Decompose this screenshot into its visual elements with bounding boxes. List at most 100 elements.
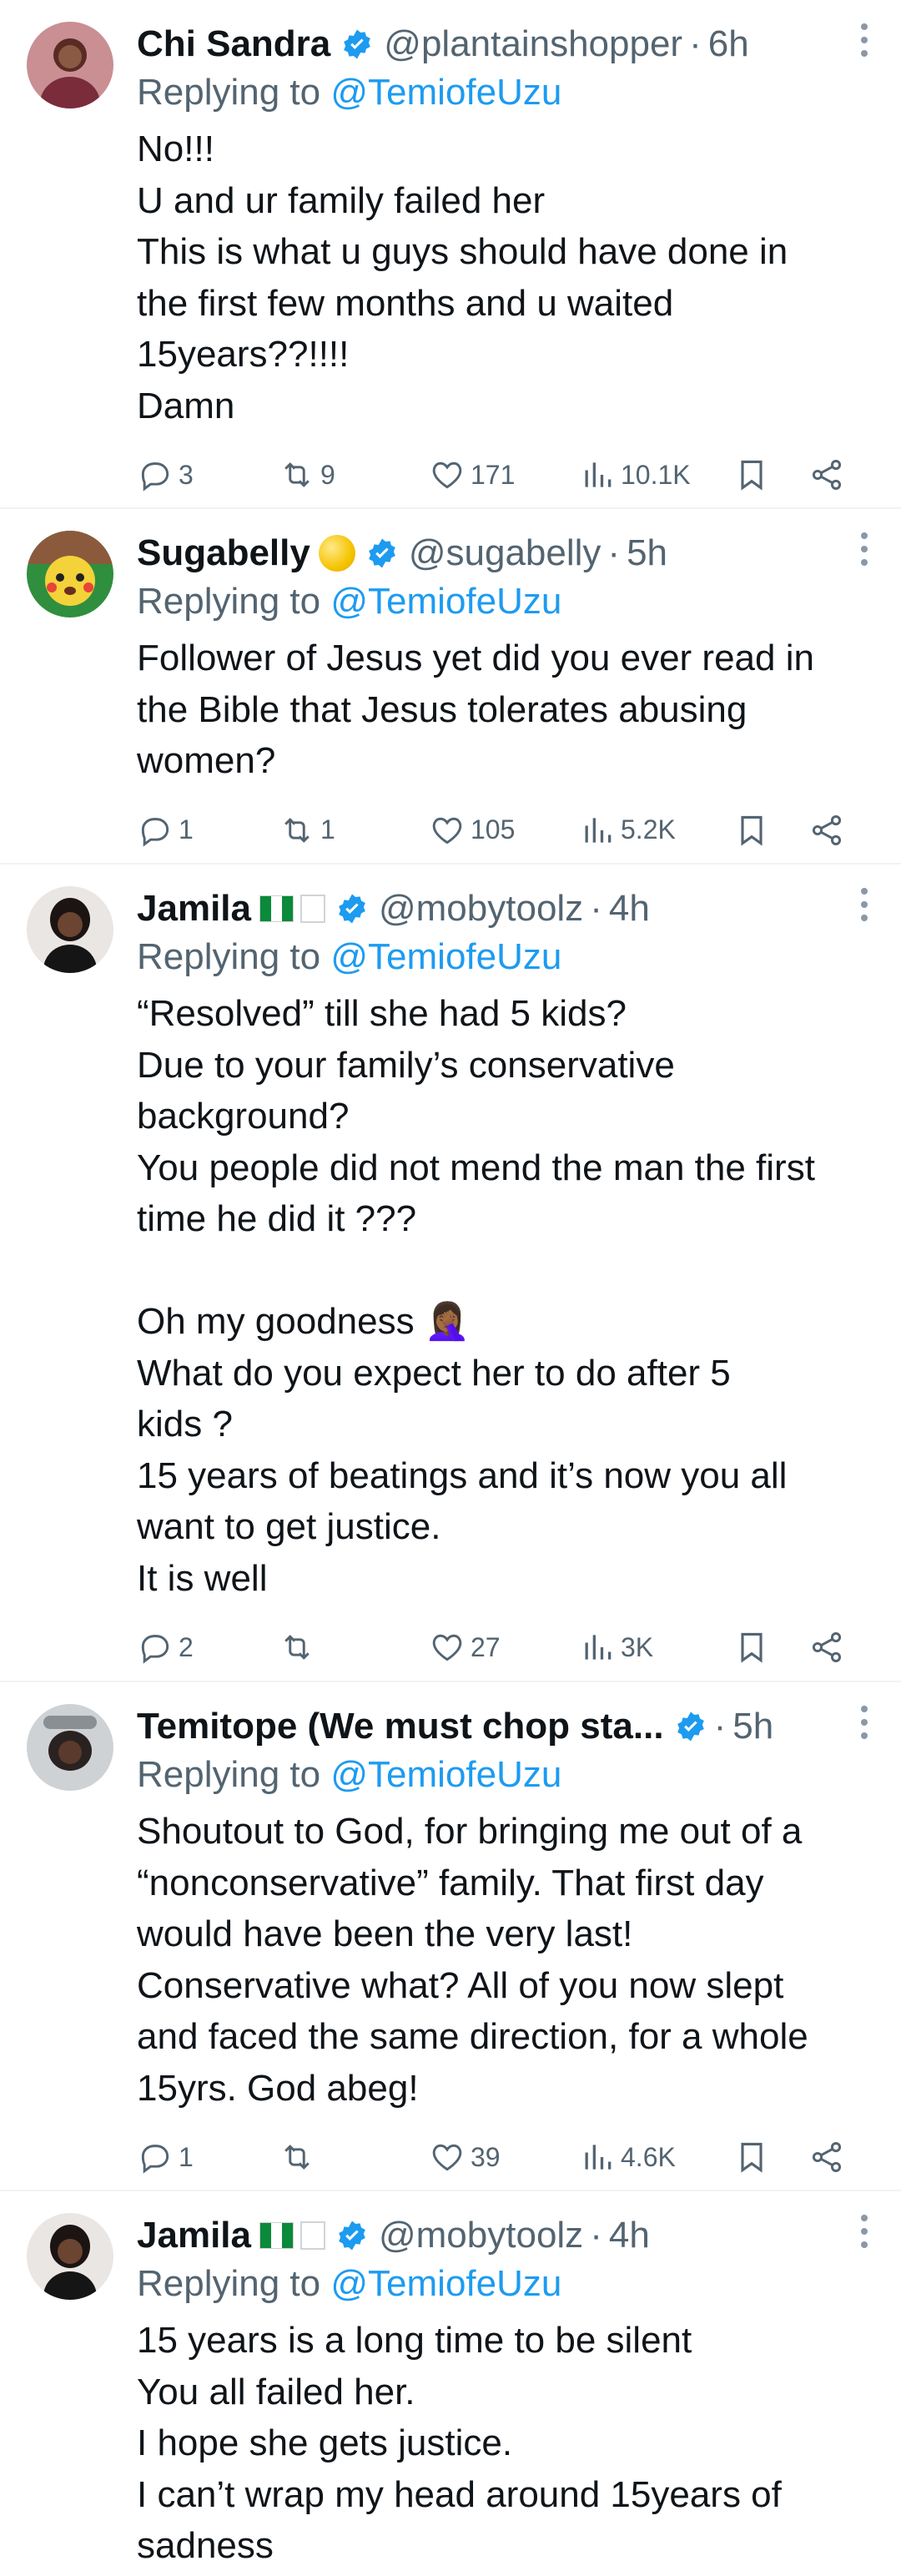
tweet-text: Follower of Jesus yet did you ever read … — [137, 633, 871, 787]
reply-count: 3 — [179, 459, 194, 490]
bookmark-button[interactable] — [733, 456, 808, 493]
text-line: No!!! — [137, 129, 214, 169]
reply-button[interactable]: 1 — [137, 812, 279, 849]
avatar[interactable] — [27, 1704, 113, 1791]
text-line: “Resolved” till she had 5 kids? — [137, 993, 627, 1034]
timestamp[interactable]: 5h — [627, 529, 667, 577]
more-options-icon[interactable] — [861, 532, 871, 566]
timestamp[interactable]: 5h — [732, 1702, 773, 1751]
retweet-icon — [284, 462, 310, 487]
like-icon — [432, 461, 462, 489]
text-line: time he did it ??? — [137, 1198, 417, 1239]
retweet-count: 9 — [320, 459, 335, 490]
views-button[interactable]: 5.2K — [579, 812, 733, 849]
verified-badge-icon — [344, 29, 371, 59]
share-button[interactable] — [808, 1629, 845, 1666]
retweet-button[interactable] — [279, 1629, 429, 1666]
verified-badge-icon — [339, 894, 365, 924]
tweet-text: 15 years is a long time to be silent You… — [137, 2315, 871, 2572]
more-options-icon[interactable] — [861, 2215, 871, 2248]
text-line: 15years??!!!! — [137, 334, 350, 375]
share-button[interactable] — [808, 812, 845, 849]
text-line: 15 years is a long time to be silent — [137, 2320, 692, 2361]
more-options-icon[interactable] — [861, 1706, 871, 1739]
like-count: 105 — [471, 814, 516, 844]
avatar[interactable] — [27, 886, 113, 973]
separator-dot: · — [590, 2215, 602, 2256]
display-name[interactable]: Chi Sandra — [137, 20, 330, 68]
tweet[interactable]: Jamila @mobytoolz · 4h Replying to @Temi… — [0, 865, 901, 1682]
like-button[interactable]: 171 — [429, 456, 579, 493]
tweet[interactable]: Sugabelly @sugabelly · 5h Replying to @T… — [0, 509, 901, 865]
reply-button[interactable]: 1 — [137, 2139, 279, 2175]
tweet[interactable]: Chi Sandra @plantainshopper · 6h Replyin… — [0, 0, 901, 509]
reply-count: 1 — [179, 2141, 194, 2172]
views-button[interactable]: 10.1K — [579, 456, 733, 493]
retweet-icon — [284, 1635, 310, 1660]
text-line: Due to your family’s conservative — [137, 1044, 675, 1086]
tweet-text: Shoutout to God, for bringing me out of … — [137, 1806, 871, 2114]
more-options-icon[interactable] — [861, 888, 871, 921]
mention-link[interactable]: @TemiofeUzu — [330, 936, 561, 977]
mention-link[interactable]: @TemiofeUzu — [330, 581, 561, 622]
text-line: I hope she gets justice. — [137, 2422, 513, 2463]
timestamp[interactable]: 6h — [708, 20, 749, 68]
text-line: 15yrs. God abeg! — [137, 2067, 419, 2109]
share-button[interactable] — [808, 2139, 845, 2175]
display-name[interactable]: Temitope (We must chop sta... — [137, 1702, 664, 1751]
like-icon — [432, 817, 462, 844]
bookmark-button[interactable] — [733, 812, 808, 849]
reply-button[interactable]: 3 — [137, 456, 279, 493]
reply-button[interactable]: 2 — [137, 1629, 279, 1666]
share-button[interactable] — [808, 456, 845, 493]
timestamp[interactable]: 4h — [609, 885, 650, 933]
avatar[interactable] — [27, 531, 113, 618]
text-line: You people did not mend the man the firs… — [137, 1147, 815, 1188]
like-button[interactable]: 39 — [429, 2139, 579, 2175]
views-icon — [585, 2145, 612, 2170]
emoji-icon — [318, 535, 355, 572]
views-button[interactable]: 4.6K — [579, 2139, 733, 2175]
retweet-button[interactable]: 9 — [279, 456, 429, 493]
retweet-button[interactable]: 1 — [279, 812, 429, 849]
tweet[interactable]: Jamila @mobytoolz · 4h Replying to @Temi… — [0, 2191, 901, 2571]
tweet-text: No!!! U and ur family failed her This is… — [137, 124, 871, 431]
more-options-icon[interactable] — [861, 23, 871, 57]
reply-count: 1 — [179, 814, 194, 844]
display-name[interactable]: Sugabelly — [137, 529, 310, 577]
avatar[interactable] — [27, 22, 113, 108]
bookmark-button[interactable] — [733, 1629, 808, 1666]
like-button[interactable]: 105 — [429, 812, 579, 849]
text-line: the first few months and u waited — [137, 282, 674, 324]
display-name[interactable]: Jamila — [137, 2211, 251, 2260]
mention-link[interactable]: @TemiofeUzu — [330, 72, 561, 113]
view-count: 5.2K — [621, 814, 676, 844]
text-line: Conservative what? All of you now slept — [137, 1964, 784, 2006]
retweet-icon — [284, 2145, 310, 2170]
bookmark-button[interactable] — [733, 2139, 808, 2175]
verified-badge-icon — [677, 1711, 704, 1742]
retweet-button[interactable] — [279, 2139, 429, 2175]
bookmark-icon — [741, 460, 763, 491]
separator-dot: · — [607, 532, 621, 573]
like-button[interactable]: 27 — [429, 1629, 579, 1666]
text-line: I can’t wrap my head around 15years of — [137, 2473, 782, 2515]
mention-link[interactable]: @TemiofeUzu — [330, 2263, 561, 2304]
mention-link[interactable]: @TemiofeUzu — [330, 1754, 561, 1795]
avatar[interactable] — [27, 2213, 113, 2300]
user-handle[interactable]: @mobytoolz — [379, 885, 583, 933]
text-line: Follower of Jesus yet did you ever read … — [137, 638, 814, 678]
user-handle[interactable]: @sugabelly — [409, 529, 602, 577]
replying-to: Replying to @TemiofeUzu — [137, 1754, 562, 1795]
tweet-text: “Resolved” till she had 5 kids? Due to y… — [137, 988, 871, 1604]
timestamp[interactable]: 4h — [609, 2211, 650, 2260]
views-button[interactable]: 3K — [579, 1629, 733, 1666]
display-name[interactable]: Jamila — [137, 885, 251, 933]
user-handle[interactable]: @plantainshopper — [384, 20, 682, 68]
text-line: and faced the same direction, for a whol… — [137, 2016, 808, 2057]
share-icon — [812, 814, 842, 845]
user-handle[interactable]: @mobytoolz — [379, 2211, 583, 2260]
view-count: 3K — [621, 1631, 654, 1662]
tweet[interactable]: Temitope (We must chop sta... · 5h Reply… — [0, 1682, 901, 2191]
text-line: the Bible that Jesus tolerates abusing — [137, 688, 747, 730]
